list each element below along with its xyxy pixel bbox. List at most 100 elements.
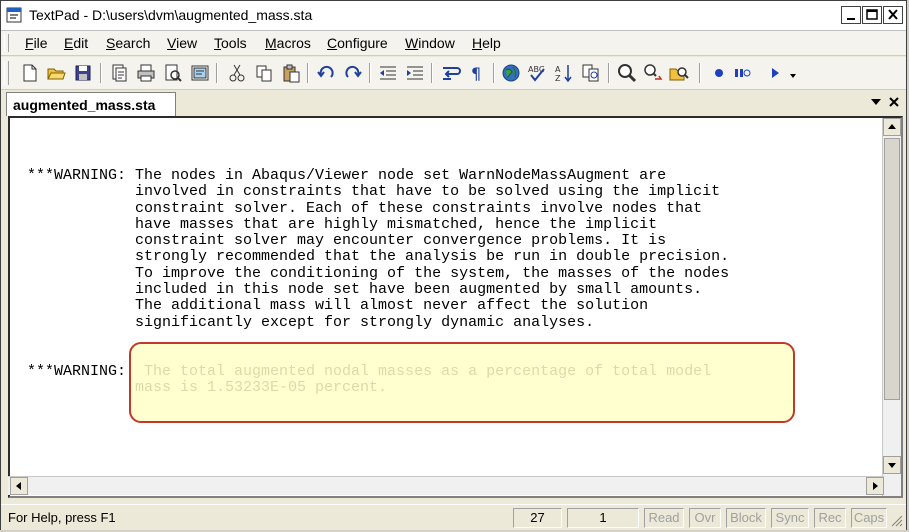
menu-search[interactable]: Search — [106, 35, 150, 51]
undo-icon[interactable] — [316, 63, 336, 83]
window-title: TextPad - D:\users\dvm\augmented_mass.st… — [29, 7, 313, 23]
status-record-indicator: Rec — [814, 508, 846, 528]
status-column-number: 1 — [567, 508, 639, 528]
text-editor[interactable]: ***WARNING: The nodes in Abaqus/Viewer n… — [8, 116, 903, 498]
menu-macros[interactable]: Macros — [265, 35, 311, 51]
toolbar-separator — [216, 63, 218, 83]
pilcrow-icon[interactable]: ¶ — [467, 63, 487, 83]
menu-configure[interactable]: Configure — [327, 35, 388, 51]
svg-text:A: A — [555, 65, 561, 74]
cut-icon[interactable] — [227, 63, 247, 83]
menu-configure-mnemonic: C — [327, 35, 338, 51]
toolbar-separator — [307, 63, 309, 83]
highlight-callout — [129, 342, 795, 423]
vertical-scroll-thumb[interactable] — [884, 138, 900, 400]
scroll-down-arrow-icon — [888, 463, 896, 468]
scroll-down-button[interactable] — [883, 456, 901, 474]
menu-help-label: elp — [482, 35, 501, 51]
redo-icon[interactable] — [343, 63, 363, 83]
document-properties-icon[interactable] — [190, 63, 210, 83]
menu-window-mnemonic: W — [405, 35, 419, 51]
horizontal-scrollbar[interactable] — [8, 476, 884, 495]
close-icon — [888, 9, 898, 20]
toolbar-grip[interactable] — [4, 61, 9, 85]
maximize-button[interactable] — [862, 6, 882, 24]
web-browser-icon[interactable] — [501, 63, 521, 83]
open-folder-icon[interactable] — [46, 63, 66, 83]
print-icon[interactable] — [136, 63, 156, 83]
svg-text:Z: Z — [555, 74, 561, 83]
menu-file-label: ile — [33, 35, 48, 51]
menu-edit[interactable]: Edit — [64, 35, 88, 51]
menu-window[interactable]: Window — [405, 35, 455, 51]
minimize-icon — [847, 18, 855, 20]
menu-grip[interactable] — [4, 34, 9, 52]
compare-files-icon[interactable] — [581, 63, 601, 83]
paste-icon[interactable] — [281, 63, 301, 83]
status-line-number: 27 — [513, 508, 562, 528]
maximize-icon — [866, 9, 878, 20]
menu-bar: File Edit Search View Tools Macros Confi… — [1, 31, 906, 56]
pause-macro-icon[interactable] — [731, 63, 751, 83]
status-read-indicator: Read — [644, 508, 684, 528]
vertical-scrollbar[interactable] — [882, 118, 901, 496]
toolbar: ¶ ABC AZ — [1, 57, 906, 90]
status-overwrite-indicator: Ovr — [689, 508, 721, 528]
resize-grip-icon[interactable] — [890, 514, 904, 528]
manage-files-icon[interactable] — [109, 63, 129, 83]
toolbar-separator — [699, 63, 701, 83]
menu-view-label: iew — [176, 35, 198, 51]
close-button[interactable] — [883, 6, 903, 24]
menu-search-label: earch — [115, 35, 151, 51]
increase-indent-icon[interactable] — [405, 63, 425, 83]
spell-check-icon[interactable]: ABC — [527, 63, 547, 83]
scroll-up-arrow-icon — [888, 124, 896, 129]
status-bar: For Help, press F1 27 1 Read Ovr Block S… — [1, 504, 906, 530]
toolbar-separator — [431, 63, 433, 83]
menu-view[interactable]: View — [167, 35, 197, 51]
record-macro-icon[interactable] — [709, 63, 729, 83]
decrease-indent-icon[interactable] — [378, 63, 398, 83]
scroll-up-button[interactable] — [883, 118, 901, 136]
replace-icon[interactable] — [643, 63, 663, 83]
toolbar-options-chevron-down-icon[interactable] — [783, 63, 803, 83]
tab-augmented-mass[interactable]: augmented_mass.sta — [6, 92, 176, 116]
tab-close-icon[interactable] — [887, 96, 901, 108]
print-preview-icon[interactable] — [163, 63, 183, 83]
minimize-button[interactable] — [841, 6, 861, 24]
status-block-indicator: Block — [726, 508, 766, 528]
copy-icon[interactable] — [254, 63, 274, 83]
menu-file[interactable]: File — [25, 35, 48, 51]
menu-edit-mnemonic: E — [64, 35, 74, 51]
toolbar-separator — [369, 63, 371, 83]
menu-tools[interactable]: Tools — [214, 35, 247, 51]
find-icon[interactable] — [617, 63, 637, 83]
menu-help[interactable]: Help — [472, 35, 501, 51]
menu-view-mnemonic: V — [167, 35, 177, 51]
menu-tools-mnemonic: T — [214, 35, 221, 51]
textpad-app-icon[interactable] — [6, 7, 22, 23]
sort-icon[interactable]: AZ — [554, 63, 574, 83]
save-icon[interactable] — [73, 63, 93, 83]
menu-tools-label: ools — [221, 35, 247, 51]
play-macro-icon[interactable] — [765, 63, 785, 83]
menu-file-mnemonic: F — [25, 35, 34, 51]
scroll-right-button[interactable] — [866, 477, 884, 495]
word-wrap-icon[interactable] — [441, 63, 461, 83]
status-sync-indicator: Sync — [771, 508, 809, 528]
find-in-files-icon[interactable] — [669, 63, 689, 83]
tab-label: augmented_mass.sta — [13, 97, 156, 113]
scroll-left-arrow-icon — [16, 482, 21, 490]
scroll-left-button[interactable] — [10, 477, 28, 495]
textpad-window: TextPad - D:\users\dvm\augmented_mass.st… — [0, 0, 907, 530]
svg-text:¶: ¶ — [471, 64, 481, 83]
document-tab-bar: augmented_mass.sta — [1, 90, 906, 116]
toolbar-separator — [608, 63, 610, 83]
menu-edit-label: dit — [73, 35, 89, 51]
menu-help-mnemonic: H — [472, 35, 483, 51]
toolbar-separator — [493, 63, 495, 83]
menu-configure-label: onfigure — [337, 35, 388, 51]
menu-window-label: indow — [418, 35, 455, 51]
tab-list-chevron-down-icon[interactable] — [869, 96, 883, 108]
new-file-icon[interactable] — [20, 63, 40, 83]
